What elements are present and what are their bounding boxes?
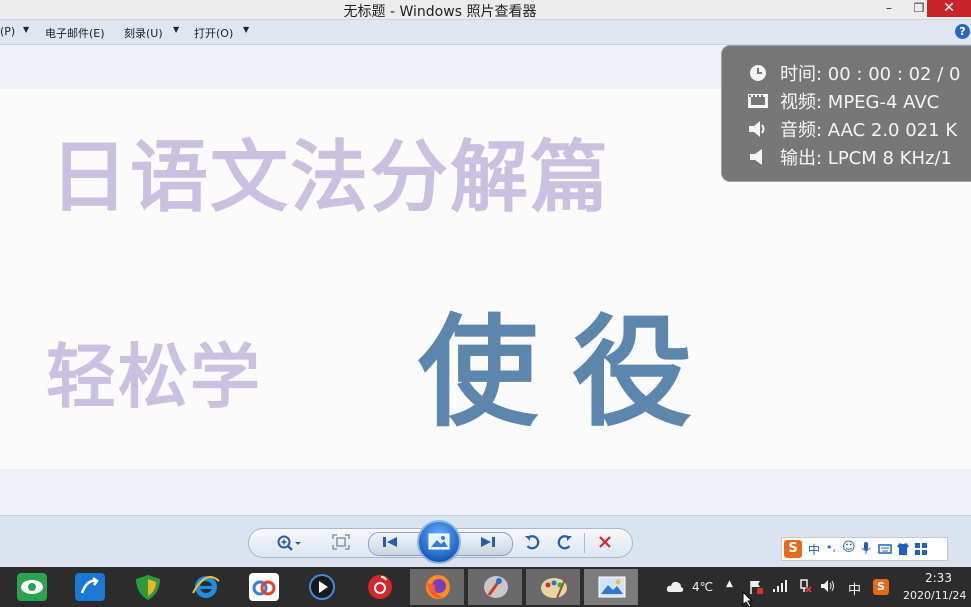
- taskbar-app-ie[interactable]: [178, 569, 232, 605]
- speaker-icon: [749, 121, 765, 137]
- taskbar-app-shield[interactable]: [120, 569, 174, 605]
- rotate-left-icon[interactable]: [523, 534, 543, 552]
- chevron-down-icon[interactable]: ▼: [23, 25, 29, 34]
- eye-app-icon: [17, 573, 47, 601]
- tool-app-icon: [484, 576, 508, 598]
- title-bar: 无标题 - Windows 照片查看器 – ❐ ✕: [0, 0, 971, 20]
- taskbar-app-tool[interactable]: [468, 569, 522, 605]
- taskbar-app-firefox[interactable]: [410, 569, 464, 605]
- taskbar-app-player[interactable]: [294, 569, 348, 605]
- paint-palette-icon: [541, 576, 567, 599]
- toolbox-icon[interactable]: [914, 541, 928, 560]
- info-output-text: 输出: LPCM 8 KHz/1: [780, 148, 952, 169]
- media-player-icon: [309, 574, 335, 600]
- taskbar-app-eye[interactable]: [4, 569, 58, 605]
- microphone-icon[interactable]: [861, 541, 871, 558]
- next-button[interactable]: [477, 535, 499, 553]
- clock-time[interactable]: 2:33: [925, 571, 952, 585]
- info-row-audio: 音频: AAC 2.0 021 K: [722, 114, 971, 142]
- volume-icon[interactable]: [820, 579, 836, 593]
- close-button[interactable]: ✕: [927, 0, 971, 17]
- actual-size-icon[interactable]: [331, 534, 351, 552]
- taskbar: 4℃ ▲ 中 S 2:33 2020/11/24: [0, 567, 971, 607]
- photo-viewer-icon: [598, 576, 626, 598]
- zoom-icon[interactable]: [275, 534, 303, 552]
- previous-button[interactable]: [379, 535, 401, 553]
- menu-open[interactable]: 打开(O): [194, 25, 233, 41]
- info-row-output: 输出: LPCM 8 KHz/1: [722, 142, 971, 170]
- weather-cloud-icon: [666, 581, 684, 592]
- taskbar-app-netease-music[interactable]: [352, 569, 406, 605]
- weather-temperature[interactable]: 4℃: [692, 580, 713, 594]
- video-icon: [748, 94, 768, 108]
- minimize-button[interactable]: –: [874, 0, 904, 17]
- menu-email[interactable]: 电子邮件(E): [45, 25, 105, 41]
- delete-icon[interactable]: [595, 534, 615, 552]
- info-row-video: 视频: MPEG-4 AVC: [722, 86, 971, 114]
- slideshow-button[interactable]: [417, 520, 461, 564]
- taskbar-app-photo-viewer[interactable]: [584, 569, 638, 605]
- chevron-down-icon[interactable]: ▼: [243, 25, 249, 34]
- output-speaker-icon: [750, 149, 762, 165]
- info-row-time: 时间: 00 : 00 : 02 / 0: [722, 58, 971, 86]
- menu-bar: (P) ▼ 电子邮件(E) 刻录(U) ▼ 打开(O) ▼ ?: [0, 20, 971, 45]
- tray-expand-icon[interactable]: ▲: [726, 579, 733, 589]
- mouse-cursor-icon: [742, 591, 754, 607]
- viewer-toolbar: S 中 •, ☺: [0, 515, 971, 568]
- rotate-right-icon[interactable]: [554, 534, 574, 552]
- image-title: 日语文法分解篇: [50, 133, 611, 223]
- info-audio-text: 音频: AAC 2.0 021 K: [780, 120, 958, 141]
- controls-pill: [248, 520, 633, 564]
- clock-icon: [750, 65, 766, 81]
- music-app-icon: [368, 575, 392, 599]
- menu-burn[interactable]: 刻录(U): [124, 25, 163, 41]
- network-disconnected-icon[interactable]: [796, 578, 812, 594]
- divider: [584, 533, 585, 553]
- info-time-text: 时间: 00 : 00 : 02 / 0: [780, 64, 961, 85]
- emoji-icon[interactable]: ☺: [842, 540, 856, 555]
- menu-print[interactable]: (P): [0, 25, 15, 38]
- cloud-drive-icon: [249, 573, 279, 601]
- media-info-overlay: 时间: 00 : 00 : 02 / 0 视频: MPEG-4 AVC 音频: …: [721, 45, 971, 182]
- slideshow-icon: [428, 533, 450, 550]
- window-title: 无标题 - Windows 照片查看器: [343, 4, 537, 20]
- network-signal-icon[interactable]: [772, 579, 788, 593]
- sogou-logo-icon[interactable]: S: [784, 540, 802, 558]
- firefox-icon: [426, 575, 450, 599]
- arrow-app-icon: [75, 573, 105, 601]
- taskbar-app-arrow[interactable]: [62, 569, 116, 605]
- taskbar-app-paint[interactable]: [526, 569, 580, 605]
- sogou-tray-icon[interactable]: S: [873, 579, 889, 595]
- chevron-down-icon[interactable]: ▼: [173, 25, 179, 34]
- ime-mode[interactable]: 中: [808, 541, 820, 558]
- image-word: 使役: [418, 304, 726, 443]
- shield-icon: [136, 575, 160, 600]
- info-video-text: 视频: MPEG-4 AVC: [780, 92, 940, 113]
- internet-explorer-icon: [192, 576, 220, 598]
- keyboard-icon[interactable]: [878, 541, 892, 560]
- taskbar-app-baidu[interactable]: [236, 569, 290, 605]
- ime-punctuation[interactable]: •,: [826, 541, 836, 554]
- image-subtitle: 轻松学: [46, 336, 262, 418]
- help-icon[interactable]: ?: [955, 24, 970, 39]
- ime-toolbar: S 中 •, ☺: [781, 537, 948, 561]
- clock-date[interactable]: 2020/11/24: [903, 589, 966, 602]
- skin-icon[interactable]: [896, 541, 910, 560]
- input-language-indicator[interactable]: 中: [848, 579, 861, 598]
